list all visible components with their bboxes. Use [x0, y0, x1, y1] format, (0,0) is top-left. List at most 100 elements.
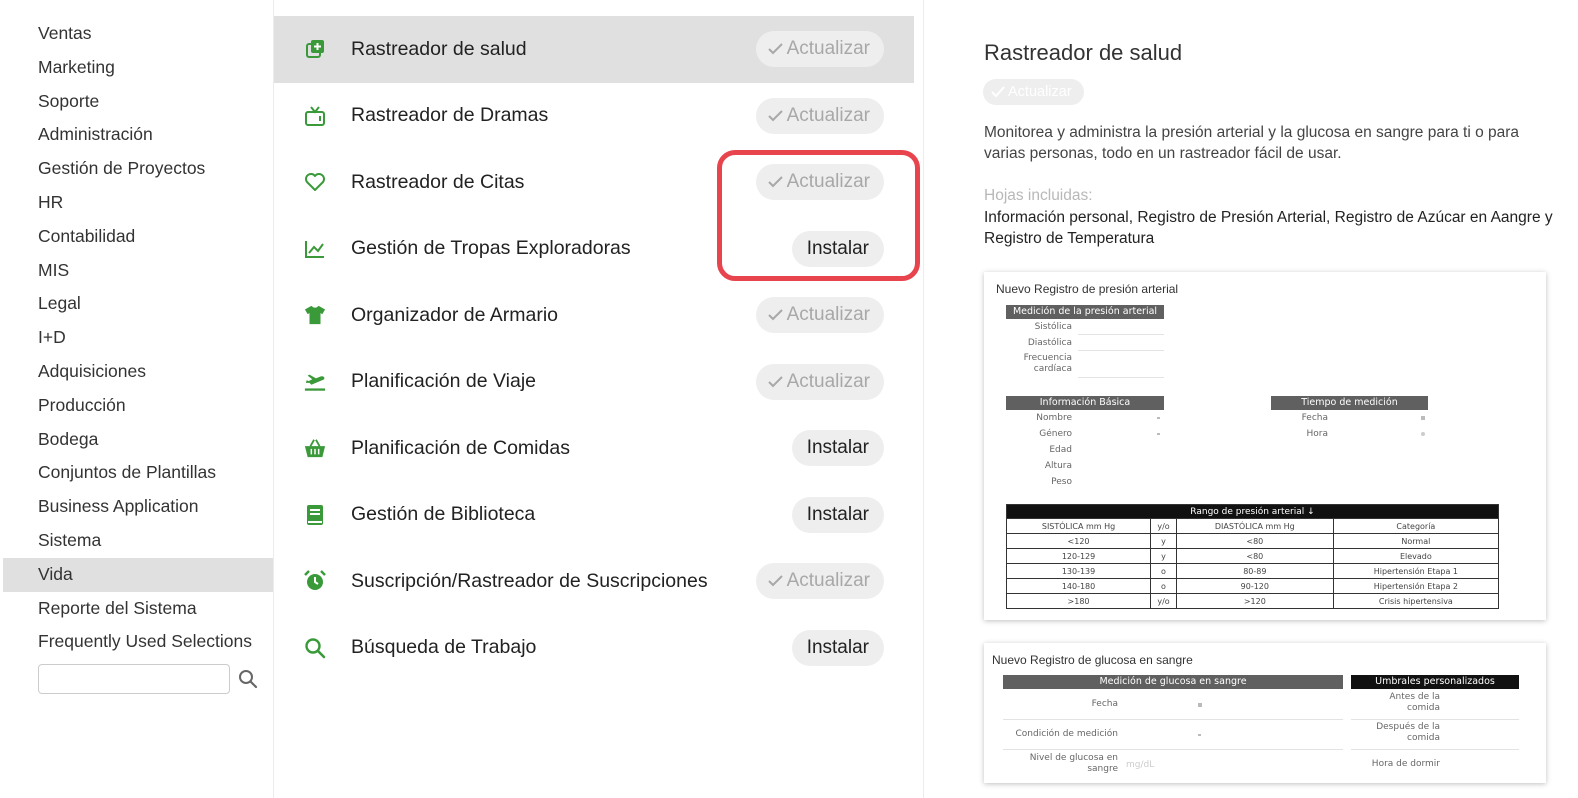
template-row-1[interactable]: Rastreador de Dramas Actualizar	[274, 83, 914, 150]
detail-update-badge[interactable]: Actualizar	[983, 79, 1084, 105]
sidebar-item-6[interactable]: Contabilidad	[0, 220, 273, 254]
basic-field-gender: Género	[1039, 429, 1072, 439]
book-icon	[304, 504, 326, 526]
sidebar-item-17[interactable]: Reporte del Sistema	[0, 592, 273, 626]
heart-icon	[304, 171, 326, 193]
template-row-5[interactable]: Planificación de Viaje Actualizar	[274, 349, 914, 416]
detail-description: Monitorea y administra la presión arteri…	[984, 124, 1520, 162]
basic-field-weight: Peso	[1051, 477, 1072, 487]
update-button[interactable]: Actualizar	[755, 297, 884, 334]
template-row-8[interactable]: Suscripción/Rastreador de Suscripciones A…	[274, 548, 914, 615]
plane-icon	[304, 371, 326, 393]
update-button[interactable]: Actualizar	[755, 31, 884, 68]
table-cell: 140-180	[1005, 578, 1152, 594]
sidebar-item-10[interactable]: Adquisiciones	[0, 355, 273, 389]
bp-field-line	[1078, 334, 1164, 335]
template-row-3[interactable]: Gestión de Tropas Exploradoras Instalar	[274, 216, 914, 283]
glucose-field-line	[1003, 749, 1343, 750]
table-cell: <120	[1005, 533, 1152, 549]
update-button-label: Actualizar	[786, 38, 870, 60]
sidebar-item-13[interactable]: Conjuntos de Plantillas	[0, 456, 273, 490]
range-col-header: Categoría	[1332, 518, 1500, 534]
table-cell: 80-89	[1175, 563, 1334, 579]
template-name: Planificación de Comidas	[351, 436, 570, 459]
basic-field-height: Altura	[1044, 461, 1072, 471]
sidebar-item-7[interactable]: MIS	[0, 254, 273, 288]
table-cell: Hipertensión Etapa 1	[1332, 563, 1500, 579]
template-row-7[interactable]: Gestión de Biblioteca Instalar	[274, 482, 914, 549]
template-row-6[interactable]: Planificación de Comidas Instalar	[274, 415, 914, 482]
sidebar-search	[38, 664, 262, 694]
check-icon	[767, 176, 783, 188]
threshold-line	[1351, 749, 1519, 750]
bp-range-table: Rango de presión arterial ↓ SISTÓLICA mm…	[1005, 504, 1500, 609]
sidebar-item-0[interactable]: Ventas	[0, 17, 273, 51]
sidebar-item-16[interactable]: Vida	[3, 557, 273, 592]
sidebar-item-12[interactable]: Bodega	[0, 423, 273, 457]
template-row-4[interactable]: Organizador de Armario Actualizar	[274, 282, 914, 349]
dropdown-marker	[1157, 433, 1160, 435]
threshold-before-meal: Antes de la comida	[1389, 692, 1440, 713]
sidebar-item-11[interactable]: Producción	[0, 389, 273, 423]
tshirt-icon	[304, 304, 326, 326]
dropdown-marker	[1198, 734, 1201, 736]
bp-field-line	[1078, 377, 1164, 378]
sidebar-item-9[interactable]: I+D	[0, 321, 273, 355]
template-row-0[interactable]: Rastreador de salud Actualizar	[274, 16, 914, 83]
search-icon	[304, 637, 326, 659]
sidebar-item-2[interactable]: Soporte	[0, 85, 273, 119]
time-field-date: Fecha	[1301, 413, 1328, 423]
check-icon	[767, 309, 783, 321]
template-name: Gestión de Biblioteca	[351, 503, 536, 526]
category-list: Ventas Marketing Soporte Administración Gest…	[0, 0, 273, 659]
install-button[interactable]: Instalar	[791, 430, 884, 467]
update-button[interactable]: Actualizar	[755, 164, 884, 201]
sidebar-item-18[interactable]: Frequently Used Selections	[0, 625, 273, 659]
sidebar-item-15[interactable]: Sistema	[0, 524, 273, 558]
install-button[interactable]: Instalar	[791, 230, 884, 267]
basic-info-header: Información Básica	[1006, 396, 1164, 410]
template-list-panel: Rastreador de salud Actualizar Rastreador …	[274, 0, 924, 798]
update-button[interactable]: Actualizar	[755, 363, 884, 400]
glucose-field-level: Nivel de glucosa en sangre	[1029, 753, 1118, 774]
template-name: Rastreador de Dramas	[351, 104, 549, 127]
template-row-2[interactable]: Rastreador de Citas Actualizar	[274, 149, 914, 216]
table-cell: Elevado	[1332, 548, 1500, 564]
update-button-label: Actualizar	[786, 304, 870, 326]
table-cell: o	[1150, 563, 1177, 579]
preview1-title: Nuevo Registro de presión arterial	[996, 282, 1179, 296]
sidebar-item-3[interactable]: Administración	[0, 118, 273, 152]
update-button[interactable]: Actualizar	[755, 563, 884, 600]
basic-field-name: Nombre	[1036, 413, 1072, 423]
template-detail-panel: Rastreador de salud Actualizar Monitorea…	[925, 0, 1578, 798]
update-button-label: Actualizar	[786, 171, 870, 193]
bp-header: Medición de la presión arterial	[1006, 305, 1164, 319]
sidebar-item-5[interactable]: HR	[0, 186, 273, 220]
time-field-time: Hora	[1306, 429, 1329, 439]
check-icon	[767, 575, 783, 587]
check-icon	[767, 43, 783, 55]
sidebar-item-8[interactable]: Legal	[0, 287, 273, 321]
install-button[interactable]: Instalar	[791, 629, 884, 666]
table-row: >180 y/o >120 Crisis hipertensiva	[1005, 593, 1500, 609]
template-name: Planificación de Viaje	[351, 370, 537, 393]
detail-title: Rastreador de salud	[984, 40, 1183, 65]
search-icon[interactable]	[234, 664, 262, 694]
update-button-label: Actualizar	[786, 104, 870, 126]
range-table-title: Rango de presión arterial ↓	[1006, 504, 1499, 519]
sidebar-item-4[interactable]: Gestión de Proyectos	[0, 152, 273, 186]
preview2-title: Nuevo Registro de glucosa en sangre	[992, 653, 1193, 667]
sidebar-item-14[interactable]: Business Application	[0, 490, 273, 524]
sidebar-search-input[interactable]	[38, 664, 230, 694]
template-name: Suscripción/Rastreador de Suscripciones	[351, 569, 708, 592]
install-button[interactable]: Instalar	[791, 496, 884, 533]
table-cell: >120	[1175, 593, 1334, 609]
sidebar-item-1[interactable]: Marketing	[0, 51, 273, 85]
template-row-9[interactable]: Búsqueda de Trabajo Instalar	[274, 615, 914, 682]
table-cell: y	[1150, 533, 1177, 549]
threshold-after-meal: Después de la comida	[1376, 722, 1440, 743]
template-name: Rastreador de salud	[351, 37, 527, 60]
update-button[interactable]: Actualizar	[755, 97, 884, 134]
table-cell: >180	[1005, 593, 1152, 609]
calendar-marker	[1421, 416, 1425, 420]
